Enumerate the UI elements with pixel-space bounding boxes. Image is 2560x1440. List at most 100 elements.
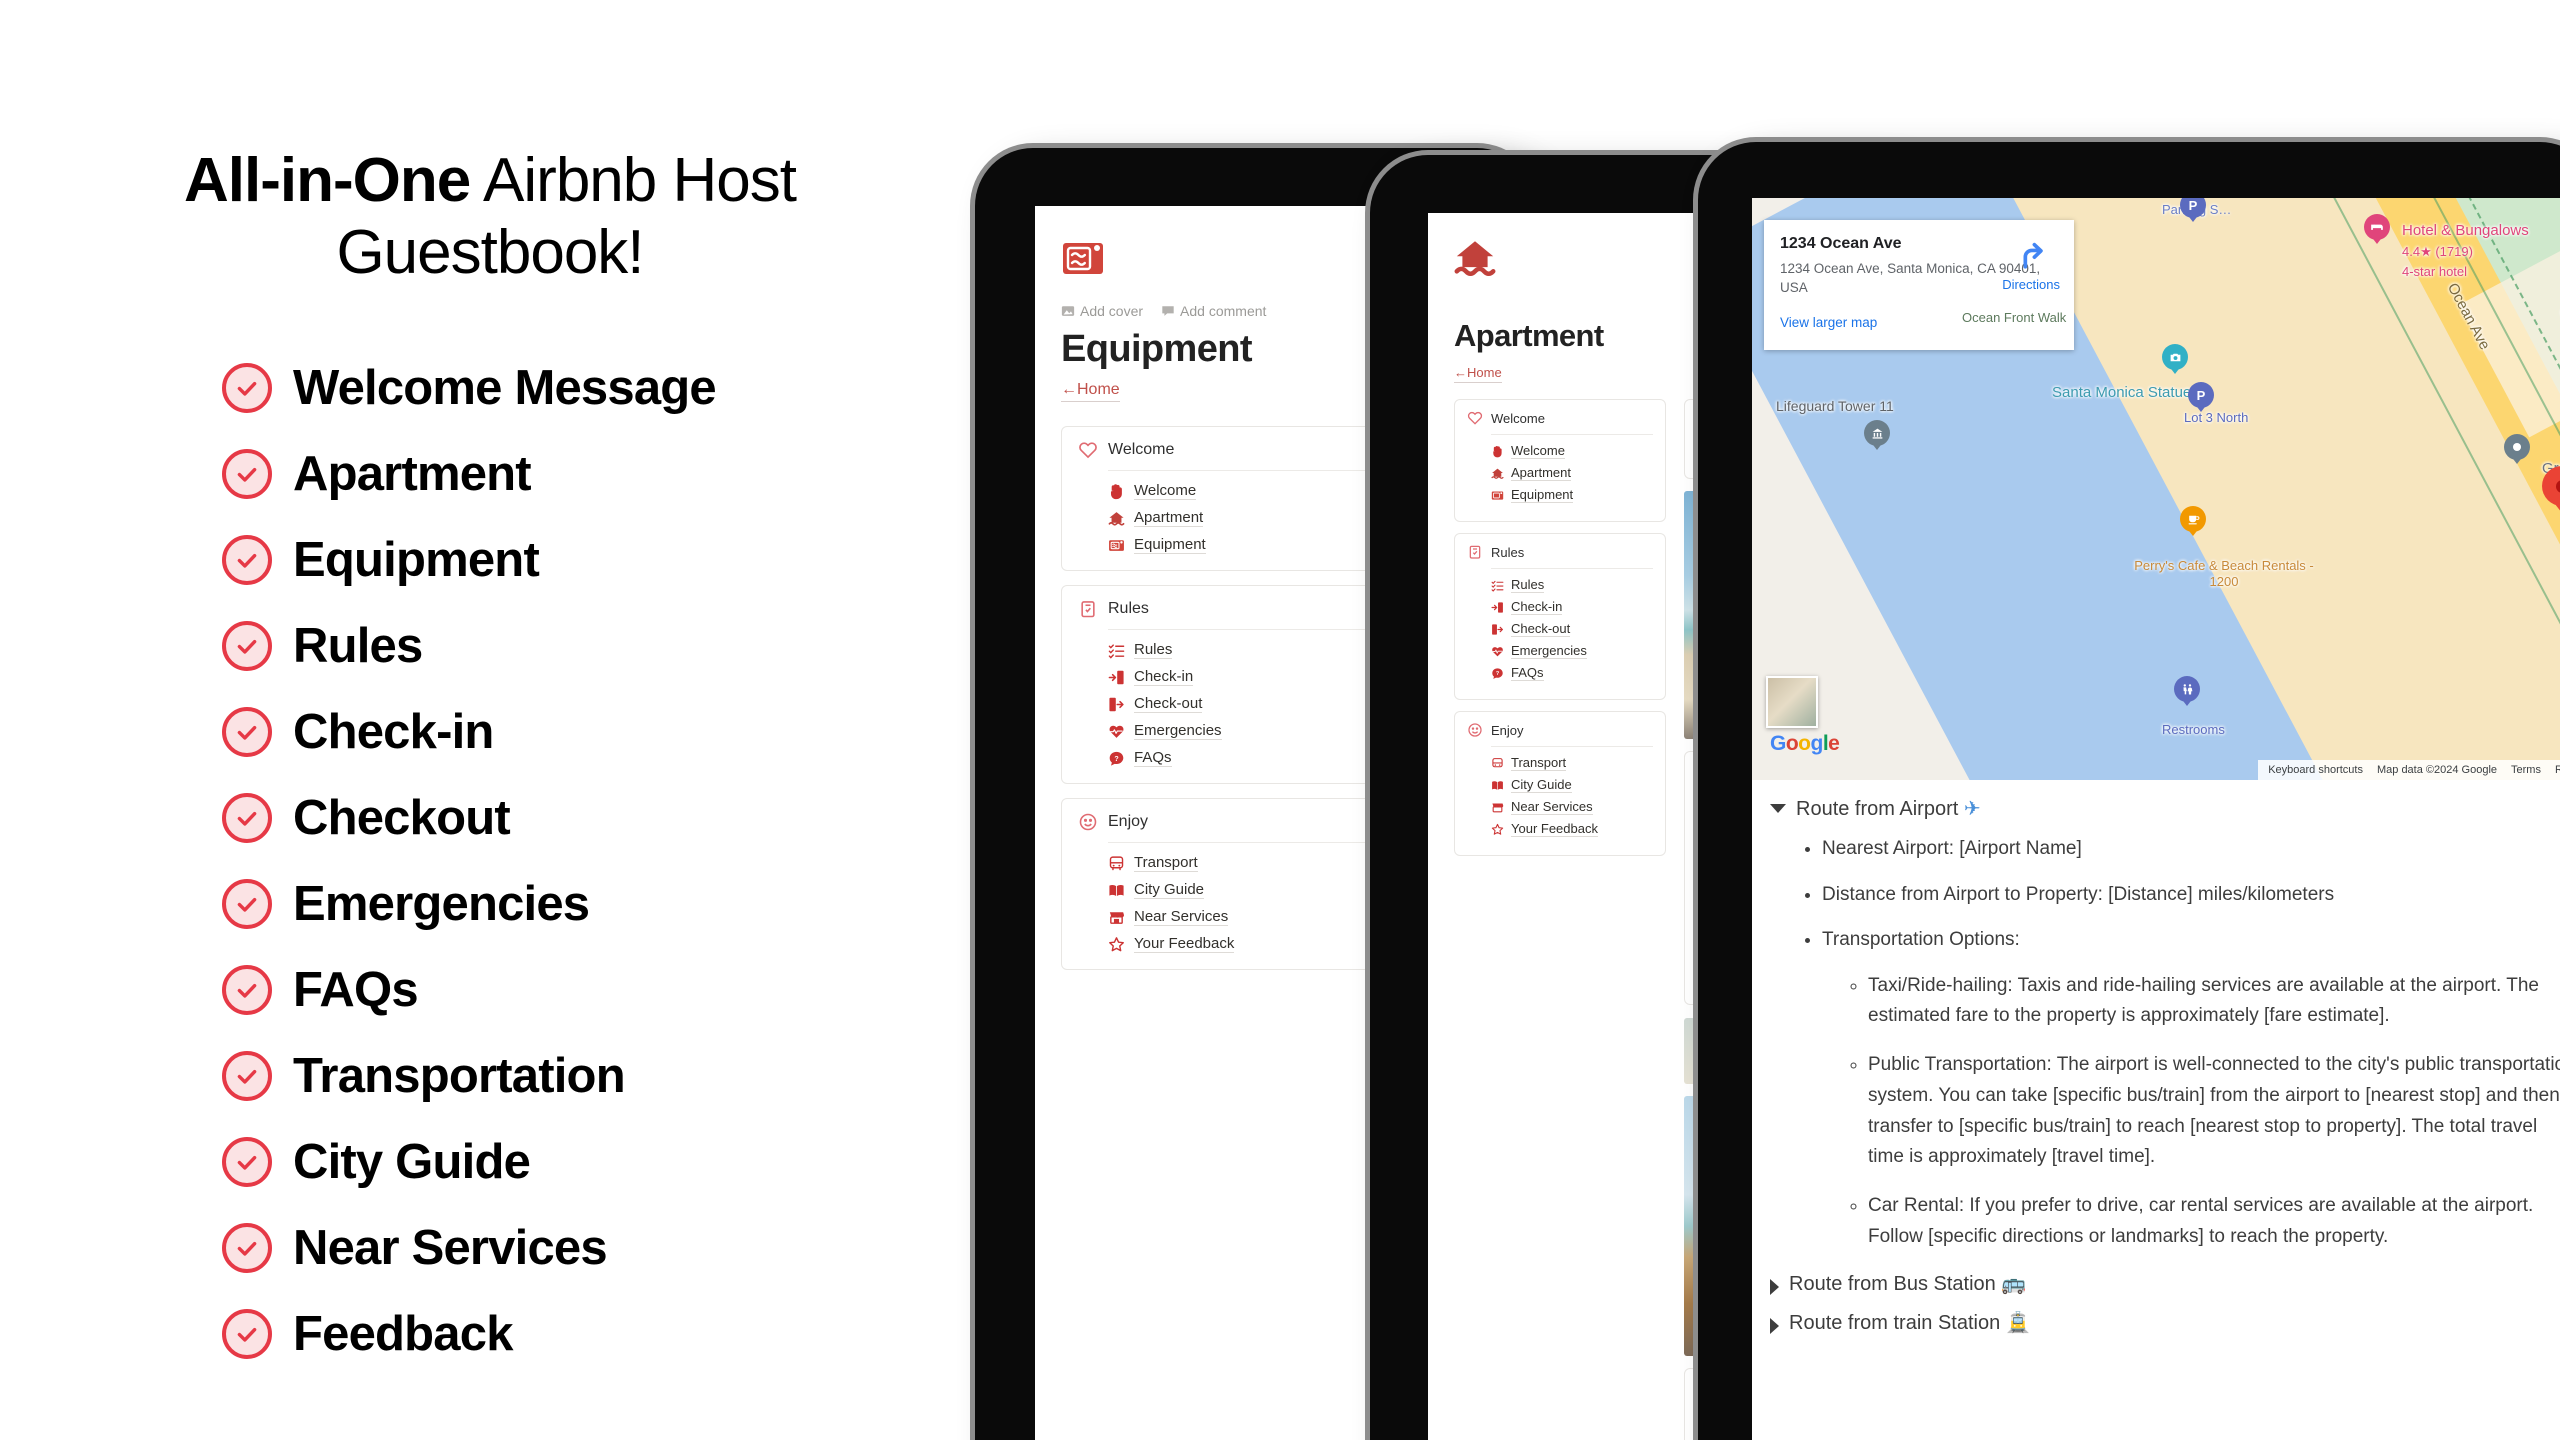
raised-hand-icon — [1493, 445, 1502, 457]
map-label: Santa Monica Statue — [2052, 384, 2192, 401]
nav-item-label: Check-in — [1511, 599, 1563, 615]
list-item: Checkout — [222, 775, 716, 861]
keyboard-shortcuts-label[interactable]: Keyboard shortcuts — [2268, 764, 2363, 776]
list-item: FAQs — [222, 947, 716, 1033]
nav-item-transport[interactable]: Transport — [1491, 755, 1653, 771]
nav-item-label: Emergencies — [1134, 722, 1222, 740]
list-item: City Guide — [222, 1119, 716, 1205]
chevron-down-icon[interactable] — [1770, 804, 1786, 813]
list-item: Transportation — [222, 1033, 716, 1119]
nav-card-rules: Rules Rules Check-in Check-out Emergenci… — [1454, 533, 1666, 700]
door-enter-icon — [1108, 670, 1124, 684]
feature-label: Apartment — [293, 447, 532, 501]
route-section-label: Route from Airport — [1796, 798, 1959, 820]
page-title-bold: All-in-One — [184, 146, 471, 215]
page-title: All-in-One Airbnb Host Guestbook! — [150, 145, 830, 289]
map-pin-photo[interactable] — [2162, 344, 2188, 378]
feature-label: Emergencies — [293, 877, 590, 931]
add-cover-button[interactable]: Add cover — [1061, 303, 1143, 319]
map-attribution-bar: Keyboard shortcuts Map data ©2024 Google… — [2258, 760, 2560, 780]
directions-label: Directions — [2002, 277, 2060, 292]
feature-checklist: Welcome Message Apartment Equipment Rule… — [222, 345, 717, 1377]
nav-item-label: Emergencies — [1511, 643, 1587, 659]
bed-icon — [2371, 224, 2383, 230]
transportation-options-sublist: Taxi/Ride-hailing: Taxis and ride-hailin… — [1822, 971, 2560, 1253]
checklist-icon — [1491, 580, 1504, 592]
list-item: Equipment — [222, 517, 716, 603]
home-back-link[interactable]: ←Home — [1061, 381, 1120, 402]
nav-item-emergencies[interactable]: Emergencies — [1491, 643, 1653, 659]
nav-item-label: Apartment — [1134, 509, 1204, 527]
nav-card-head: Rules — [1469, 545, 1653, 569]
nav-item-city-guide[interactable]: City Guide — [1491, 777, 1653, 793]
nav-item-label: Your Feedback — [1134, 935, 1235, 953]
add-comment-button[interactable]: Add comment — [1161, 303, 1266, 319]
nav-item-label: City Guide — [1134, 881, 1205, 899]
smiley-icon — [1467, 722, 1483, 741]
feature-label: City Guide — [293, 1135, 531, 1189]
map-data-label: Map data ©2024 Google — [2376, 764, 2498, 776]
list-item: Emergencies — [222, 861, 716, 947]
check-circle-icon — [222, 1051, 272, 1101]
map-pin-lifeguard-tower[interactable] — [1864, 420, 1890, 454]
nav-item-label: Transport — [1134, 854, 1198, 872]
open-book-icon — [1492, 780, 1503, 790]
chevron-right-icon[interactable] — [1770, 1317, 1779, 1334]
street-view-thumbnail[interactable] — [1766, 676, 1818, 728]
check-circle-icon — [222, 621, 272, 671]
list-item: Apartment — [222, 431, 716, 517]
map-label: Restrooms — [2162, 722, 2225, 737]
heart-pulse-icon — [1492, 646, 1503, 656]
nav-item-rules[interactable]: Rules — [1491, 577, 1653, 593]
directions-button[interactable]: Directions — [2002, 237, 2060, 292]
nav-item-faqs[interactable]: ? FAQs — [1491, 665, 1653, 681]
nav-card-head: Enjoy — [1468, 723, 1653, 747]
map-pin-destination[interactable] — [2542, 466, 2560, 518]
map-pin-cafe[interactable] — [2180, 506, 2206, 540]
route-section-label: Route from train Station — [1789, 1311, 2001, 1334]
toggle-route-from-airport[interactable]: Route from Airport ✈ — [1770, 796, 2560, 821]
chevron-right-icon[interactable] — [1770, 1278, 1779, 1295]
list-item: Welcome Message — [222, 345, 717, 431]
clipboard-check-icon — [1467, 544, 1483, 563]
bus-icon — [1492, 757, 1503, 767]
nav-item-check-out[interactable]: Check-out — [1491, 621, 1653, 637]
list-item: Nearest Airport: [Airport Name] — [1822, 835, 2560, 864]
map-pin-restrooms[interactable] — [2174, 676, 2200, 710]
nav-item-label: Check-out — [1134, 695, 1203, 713]
nav-item-equipment[interactable]: Equipment — [1491, 487, 1653, 503]
nav-item-label: City Guide — [1511, 777, 1572, 793]
view-larger-map-link[interactable]: View larger map — [1780, 315, 1877, 330]
open-book-icon — [1109, 884, 1124, 896]
door-exit-icon — [1109, 697, 1124, 711]
report-link[interactable]: Report — [2555, 764, 2560, 776]
nav-item-your-feedback[interactable]: Your Feedback — [1491, 821, 1653, 837]
list-item: Rules — [222, 603, 716, 689]
feature-label: Welcome Message — [293, 361, 717, 415]
toggle-route-from-bus-station[interactable]: Route from Bus Station 🚌 — [1770, 1271, 2560, 1296]
nav-card-head: Welcome — [1467, 411, 1653, 435]
nav-item-label: Apartment — [1511, 465, 1571, 481]
map-pin-hotel[interactable] — [2364, 214, 2390, 248]
star-icon — [1491, 823, 1504, 835]
home-back-link[interactable]: ←Home — [1454, 365, 1502, 383]
toggle-route-from-train-station[interactable]: Route from train Station 🚊 — [1770, 1310, 2560, 1335]
map-pin-parking-top[interactable]: P — [2180, 198, 2206, 226]
list-item: Transportation Options: Taxi/Ride-hailin… — [1822, 926, 2560, 1253]
nav-item-apartment[interactable]: Apartment — [1491, 465, 1653, 481]
tablet-device-transportation: 1234 Ocean Ave 1234 Ocean Ave, Santa Mon… — [1698, 142, 2560, 1440]
feature-label: Equipment — [293, 533, 540, 587]
list-item: Distance from Airport to Property: [Dist… — [1822, 881, 2560, 910]
map-pin-green[interactable] — [2504, 434, 2530, 468]
nav-item-label: FAQs — [1134, 749, 1172, 767]
terms-link[interactable]: Terms — [2511, 764, 2541, 776]
nav-item-check-in[interactable]: Check-in — [1491, 599, 1653, 615]
google-map-embed[interactable]: 1234 Ocean Ave 1234 Ocean Ave, Santa Mon… — [1752, 198, 2560, 780]
map-label: Perry's Cafe & Beach Rentals - 1200 — [2134, 558, 2314, 590]
check-circle-icon — [222, 707, 272, 757]
nav-item-welcome[interactable]: Welcome — [1491, 443, 1653, 459]
nav-item-near-services[interactable]: Near Services — [1491, 799, 1653, 815]
map-pin-parking-lot3[interactable]: P — [2188, 382, 2214, 416]
promo-panel: All-in-One Airbnb Host Guestbook! Welcom… — [0, 0, 980, 1440]
check-circle-icon — [222, 535, 272, 585]
